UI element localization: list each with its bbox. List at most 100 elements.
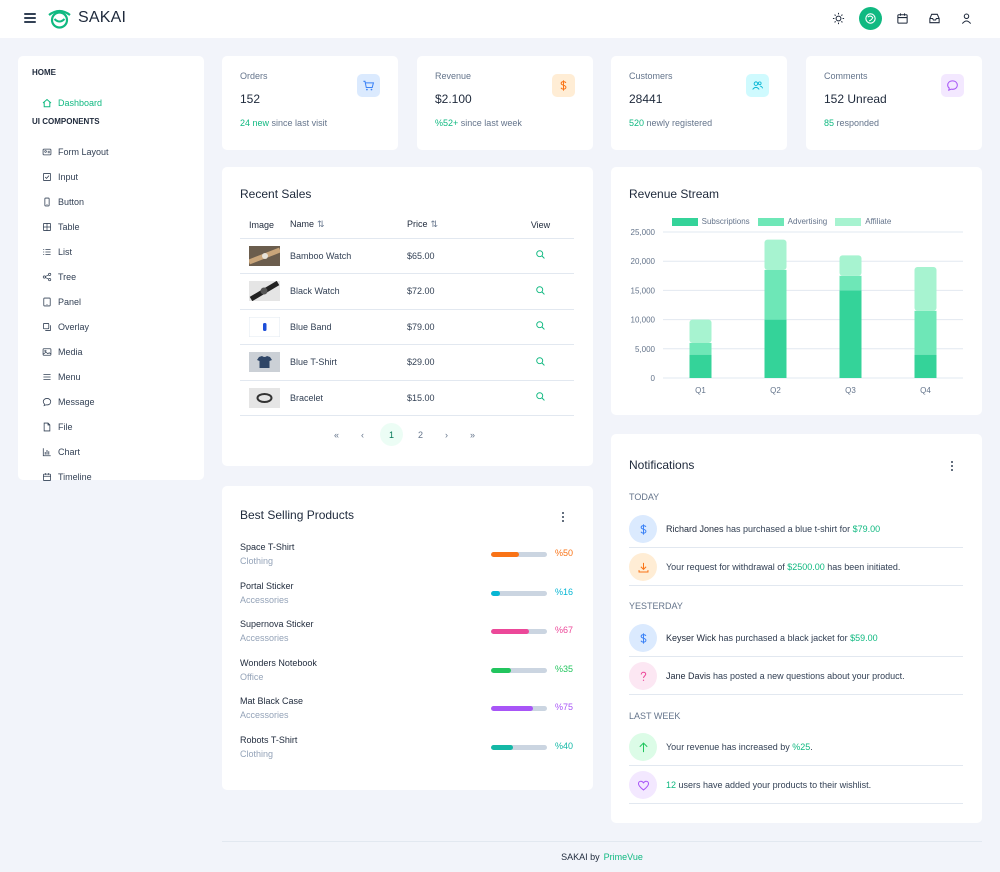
sidebar-item-chart[interactable]: Chart	[32, 439, 190, 464]
y-tick-label: 15,000	[631, 286, 656, 295]
search-icon[interactable]	[535, 391, 546, 402]
column-header-image: Image	[240, 212, 290, 239]
search-icon[interactable]	[535, 249, 546, 260]
page-button-2[interactable]: 2	[412, 426, 429, 443]
progress-percent: %16	[555, 586, 574, 597]
notification-item[interactable]: Your revenue has increased by %25.	[629, 729, 963, 766]
product-category: Accessories	[240, 710, 289, 720]
arrow-up-icon	[629, 733, 657, 761]
share-icon	[42, 272, 52, 282]
search-icon[interactable]	[535, 356, 546, 367]
x-tick-label: Q1	[695, 386, 706, 395]
notification-item[interactable]: 12 users have added your products to the…	[629, 767, 963, 804]
sidebar-item-form-layout[interactable]: Form Layout	[32, 139, 190, 164]
legend-item[interactable]: Subscriptions	[671, 217, 750, 226]
bar-advertising-q4[interactable]	[914, 310, 937, 355]
bar-advertising-q2[interactable]	[764, 269, 787, 320]
menu-section-home: HOME	[32, 68, 56, 77]
sidebar-item-list[interactable]: List	[32, 239, 190, 264]
bar-affiliate-q4[interactable]	[914, 267, 937, 311]
list-icon	[42, 247, 52, 257]
x-tick-label: Q3	[845, 386, 856, 395]
sidebar-item-label: Form Layout	[58, 146, 109, 157]
sidebar-item-message[interactable]: Message	[32, 389, 190, 414]
sidebar-item-input[interactable]: Input	[32, 164, 190, 189]
bar-advertising-q1[interactable]	[689, 342, 712, 355]
product-name: Blue Band	[290, 309, 407, 345]
progress-fill	[491, 629, 529, 634]
prev-page-button[interactable]: ‹	[354, 426, 371, 443]
sidebar-item-label: Tree	[58, 271, 77, 282]
revenue-stream-title: Revenue Stream	[629, 187, 720, 201]
legend-item[interactable]: Affiliate	[835, 217, 891, 226]
product-price: $29.00	[407, 344, 507, 381]
theme-toggle-button[interactable]	[827, 7, 850, 30]
palette-button[interactable]	[859, 7, 882, 30]
sidebar-item-overlay[interactable]: Overlay	[32, 314, 190, 339]
id-card-icon	[42, 147, 52, 157]
last-page-button[interactable]: »	[464, 426, 481, 443]
view-cell	[507, 380, 574, 416]
stat-card-customers: Customers 28441 520 newly registered	[611, 56, 787, 150]
more-options-icon[interactable]	[559, 510, 567, 524]
bar-subscriptions-q2[interactable]	[764, 319, 787, 378]
sort-icon[interactable]: ⇅	[431, 219, 439, 229]
bar-affiliate-q3[interactable]	[839, 255, 862, 276]
legend-item[interactable]: Advertising	[757, 217, 827, 226]
notification-group-header: YESTERDAY	[629, 601, 683, 611]
sort-icon[interactable]: ⇅	[317, 219, 325, 229]
next-page-button[interactable]: ›	[438, 426, 455, 443]
sidebar-item-timeline[interactable]: Timeline	[32, 464, 190, 489]
search-icon[interactable]	[535, 320, 546, 331]
dollar-icon	[552, 74, 575, 97]
more-options-icon[interactable]	[948, 459, 956, 473]
column-header-price[interactable]: Price ⇅	[407, 212, 507, 239]
sidebar-item-label: Overlay	[58, 321, 90, 332]
legend-label: Affiliate	[865, 217, 892, 226]
inbox-button[interactable]	[923, 7, 946, 30]
notification-highlight: %25	[792, 742, 811, 752]
notification-item[interactable]: Your request for withdrawal of $2500.00 …	[629, 549, 963, 586]
inbox-icon	[928, 12, 941, 25]
product-name: Wonders Notebook	[240, 657, 317, 668]
bar-subscriptions-q1[interactable]	[689, 354, 712, 378]
sidebar-item-table[interactable]: Table	[32, 214, 190, 239]
sidebar-item-menu[interactable]: Menu	[32, 364, 190, 389]
sidebar-item-dashboard[interactable]: Dashboard	[32, 90, 190, 115]
product-name: Blue T-Shirt	[290, 344, 407, 381]
bar-affiliate-q1[interactable]	[689, 319, 712, 343]
product-name: Robots T-Shirt	[240, 734, 298, 745]
footer-link[interactable]: PrimeVue	[604, 852, 643, 862]
menu-section-ui-components: UI COMPONENTS	[32, 117, 100, 126]
notification-text: has purchased a black jacket for	[716, 633, 851, 643]
product-price: $65.00	[407, 238, 507, 274]
column-header-name[interactable]: Name ⇅	[290, 212, 407, 239]
notification-item[interactable]: Jane Davis has posted a new questions ab…	[629, 658, 963, 695]
search-icon[interactable]	[535, 285, 546, 296]
progress-percent: %35	[555, 663, 574, 674]
sidebar-item-button[interactable]: Button	[32, 189, 190, 214]
profile-button[interactable]	[955, 7, 978, 30]
topbar: SAKAI	[0, 0, 1000, 38]
sidebar-item-media[interactable]: Media	[32, 339, 190, 364]
notification-item[interactable]: Richard Jones has purchased a blue t-shi…	[629, 511, 963, 548]
sidebar-item-tree[interactable]: Tree	[32, 264, 190, 289]
bar-affiliate-q2[interactable]	[764, 239, 787, 270]
bar-subscriptions-q4[interactable]	[914, 354, 937, 378]
bar-subscriptions-q3[interactable]	[839, 290, 862, 378]
product-name: Supernova Sticker	[240, 619, 314, 629]
first-page-button[interactable]: «	[328, 426, 345, 443]
sidebar-item-label: List	[58, 246, 73, 257]
product-name: Portal Sticker	[240, 580, 294, 591]
sakai-logo-icon[interactable]	[47, 8, 72, 33]
brand-name[interactable]: SAKAI	[78, 9, 126, 27]
menu-toggle-icon[interactable]	[24, 13, 36, 23]
progress-fill	[491, 552, 519, 557]
sidebar-item-panel[interactable]: Panel	[32, 289, 190, 314]
notification-item[interactable]: Keyser Wick has purchased a black jacket…	[629, 620, 963, 657]
bar-advertising-q3[interactable]	[839, 275, 862, 291]
calendar-button[interactable]	[891, 7, 914, 30]
column-header-name-label: Name	[290, 219, 315, 230]
sidebar-item-file[interactable]: File	[32, 414, 190, 439]
page-button-1[interactable]: 1	[380, 423, 403, 446]
